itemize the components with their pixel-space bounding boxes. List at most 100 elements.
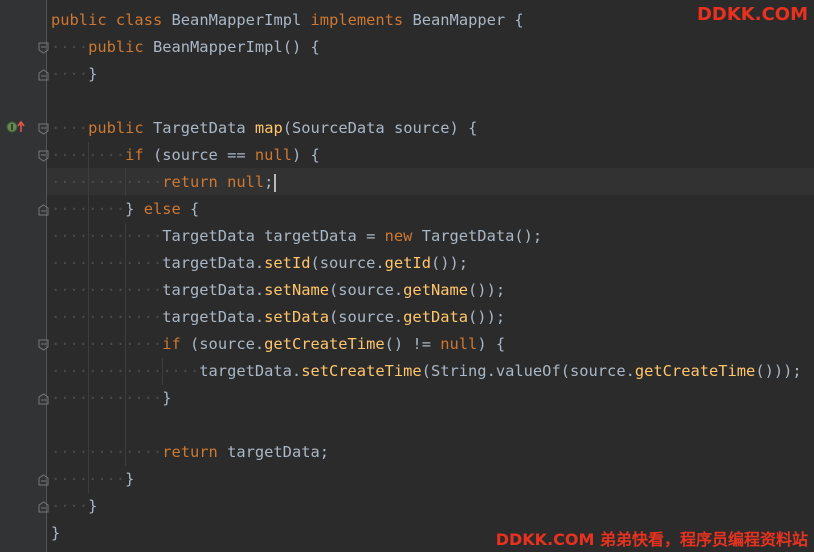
code-line[interactable]: ············return null; [51,169,277,196]
indent-guide [162,358,163,385]
code-token: setCreateTime [301,362,422,380]
code-token: } [88,65,98,83]
indent-guide [125,169,126,196]
indent-whitespace: ············ [51,443,163,461]
code-token: () { [282,38,320,56]
code-token: public [51,11,107,29]
fold-toggle-icon[interactable] [38,393,49,405]
code-token: TargetData [421,227,515,245]
code-token: { [505,11,524,29]
indent-whitespace: ············ [51,335,163,353]
fold-toggle-icon[interactable] [38,42,49,54]
code-token: getCreateTime [634,362,756,380]
code-line[interactable]: ············targetData.setData(source.ge… [51,304,505,331]
code-line[interactable]: ········} else { [51,196,199,223]
line-gutter[interactable] [0,0,46,552]
code-token: targetData. [199,362,302,380]
gutter-divider [46,0,47,552]
code-token: (source. [329,281,404,299]
indent-whitespace: ············ [51,254,163,272]
indent-whitespace: ············ [51,227,163,245]
code-token: { [180,200,200,218]
code-token: ; [264,173,274,191]
code-line[interactable]: ····} [51,493,97,520]
watermark-bottom: DDKK.COM 弟弟快看，程序员编程资料站 [495,530,808,549]
code-token: getCreateTime [264,335,385,353]
code-line[interactable]: ············targetData.setName(source.ge… [51,277,505,304]
indent-guide [125,223,126,466]
code-editor[interactable]: I public class BeanMapperImpl implements… [0,0,814,552]
code-token: getId [384,254,431,272]
code-token: map [254,119,283,137]
code-token: targetData = [254,227,385,245]
code-line[interactable]: ············targetData.setId(source.getI… [51,250,468,277]
code-token: ( [421,362,431,380]
code-token: class [115,11,163,29]
code-line[interactable]: ················targetData.setCreateTime… [51,358,802,385]
code-token: null [254,146,292,164]
indent-whitespace: ············ [51,173,163,191]
code-line[interactable]: ····} [51,61,97,88]
code-token: if [162,335,181,353]
code-token: targetData. [162,281,265,299]
code-token: BeanMapperImpl [171,11,302,29]
code-line[interactable]: ············if (source.getCreateTime() !… [51,331,505,358]
watermark-top: DDKK.COM [696,4,808,25]
code-token: TargetData [162,227,255,245]
code-token: targetData. [162,308,265,326]
code-token: (); [514,227,543,245]
code-token: BeanMapper [412,11,506,29]
code-line[interactable]: ····public TargetData map(SourceData sou… [51,115,477,142]
code-token: TargetData [152,119,246,137]
code-token: ) { [477,335,506,353]
code-line[interactable]: ····public BeanMapperImpl() { [51,34,320,61]
code-token: } [125,470,135,488]
code-line[interactable]: ········} [51,466,134,493]
fold-toggle-icon[interactable] [38,474,49,486]
code-token: } [125,200,144,218]
fold-toggle-icon[interactable] [38,150,49,162]
code-token: } [162,389,172,407]
code-line[interactable]: ············} [51,385,171,412]
code-token: targetData; [217,443,330,461]
code-token: null [440,335,478,353]
code-token: (source. [329,308,404,326]
code-token: targetData. [162,254,265,272]
indent-whitespace: ···· [51,119,89,137]
code-line[interactable]: ············return targetData; [51,439,329,466]
code-token: ) { [291,146,320,164]
implementation-arrow-icon[interactable]: I [6,120,26,134]
code-token: valueOf [495,362,561,380]
fold-toggle-icon[interactable] [38,69,49,81]
code-token: SourceData [292,119,385,137]
code-token: BeanMapperImpl [152,38,283,56]
code-token: implements [310,11,404,29]
code-token: return [162,173,218,191]
fold-toggle-icon[interactable] [38,123,49,135]
indent-whitespace: ···· [51,65,89,83]
indent-guide [88,142,89,493]
fold-toggle-icon[interactable] [38,339,49,351]
code-line[interactable]: } [51,520,60,547]
code-token: public [88,119,144,137]
code-token: setData [264,308,330,326]
code-token: ()); [468,281,506,299]
code-token: getData [403,308,469,326]
fold-toggle-icon[interactable] [38,501,49,513]
code-token: } [88,497,98,515]
code-token: String [430,362,487,380]
indent-whitespace: ············ [51,281,163,299]
code-token: () != [384,335,441,353]
code-line[interactable]: public class BeanMapperImpl implements B… [51,7,524,34]
code-token: source) { [384,119,478,137]
code-token: (source == [143,146,255,164]
fold-toggle-icon[interactable] [38,204,49,216]
code-line[interactable]: ········if (source == null) { [51,142,320,169]
code-token: setId [264,254,311,272]
